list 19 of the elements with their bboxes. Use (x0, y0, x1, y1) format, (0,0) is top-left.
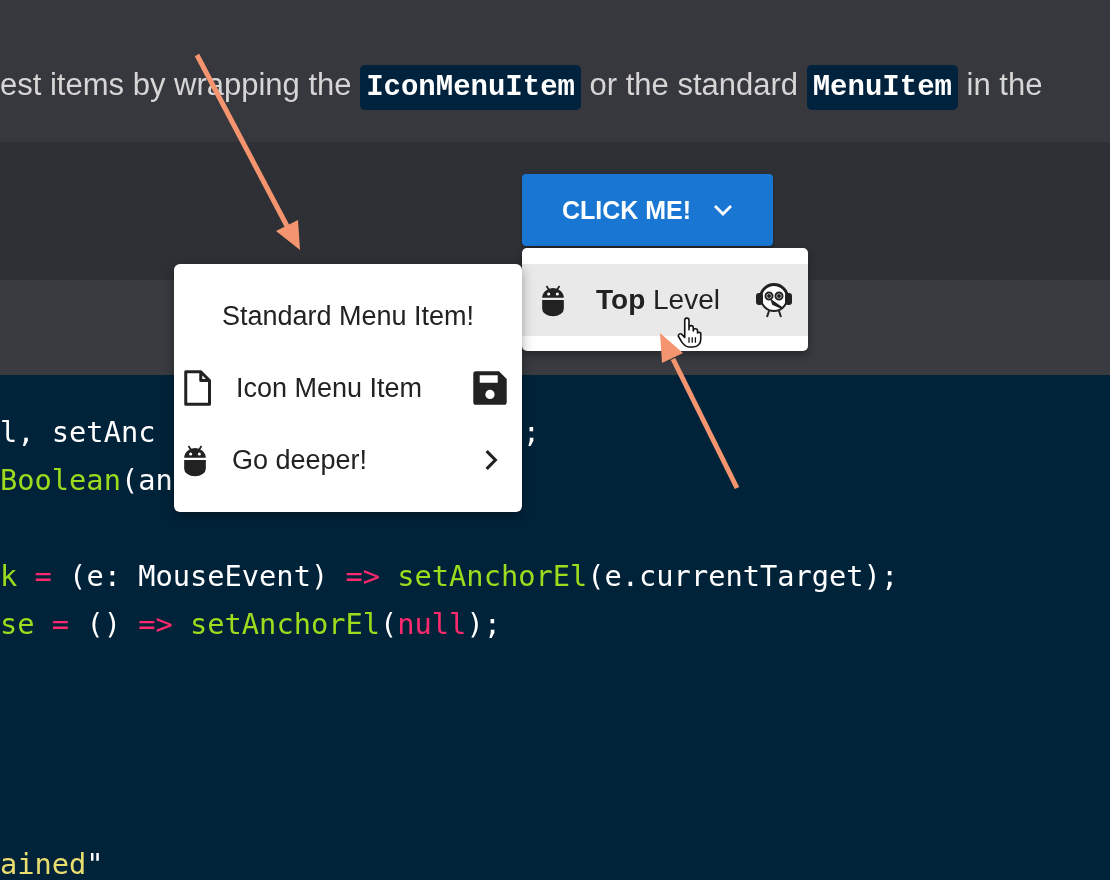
menu-item[interactable]: Go deeper! (174, 424, 522, 496)
chevron-right-icon (484, 449, 498, 471)
code-line: se = () => setAnchorEl(null); (0, 606, 501, 643)
menu-item[interactable]: Icon Menu Item (174, 352, 522, 424)
code-line: l, setAnc (0, 414, 156, 451)
menu-item[interactable]: Top Level (522, 264, 808, 336)
code-line: k = (e: MouseEvent) => setAnchorEl(e.currentTarget); (0, 558, 899, 595)
bird-icon (754, 280, 794, 320)
dropdown-button[interactable]: CLICK ME! (522, 174, 773, 246)
menu-item[interactable]: Standard Menu Item! (174, 280, 522, 352)
save-icon (472, 370, 508, 406)
code-text: ; (522, 414, 540, 451)
code-line: Boolean(an (0, 462, 173, 499)
hand-cursor-icon (676, 316, 702, 348)
android-icon (540, 283, 566, 317)
file-icon (182, 369, 212, 407)
chevron-down-icon (713, 204, 734, 216)
code-line: ained" (0, 846, 104, 880)
android-icon (182, 443, 208, 477)
